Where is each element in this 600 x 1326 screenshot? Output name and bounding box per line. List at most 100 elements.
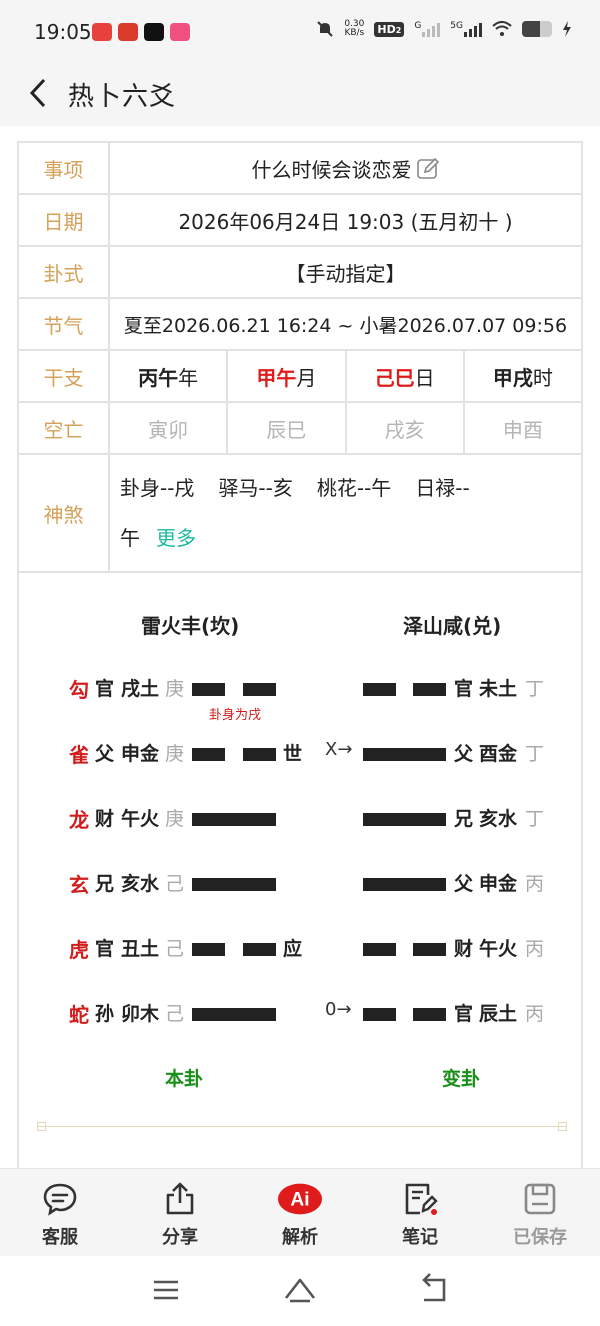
shensha-item: 驿马--亥 bbox=[218, 476, 293, 500]
status-indicators: 0.30 KB/s HD2 G 5G bbox=[316, 20, 572, 38]
status-bar: 19:05 0.30 KB/s HD2 G 5G bbox=[0, 0, 600, 64]
status-time: 19:05 bbox=[34, 20, 92, 44]
heavenly-stem: 己 bbox=[165, 1003, 185, 1025]
item-cell[interactable]: 什么时候会谈恋爱 bbox=[108, 141, 583, 195]
six-god: 雀 bbox=[69, 743, 89, 767]
six-relation: 官 bbox=[95, 678, 115, 700]
row-date: 日期 2026年06月24日 19:03 (五月初十 ) bbox=[17, 193, 583, 247]
earthly-branch: 丑土 bbox=[121, 938, 160, 960]
home-icon[interactable] bbox=[282, 1272, 318, 1308]
yang-line bbox=[192, 813, 276, 826]
back-arrow-icon[interactable] bbox=[22, 76, 56, 110]
main-hexagram-label: 本卦 bbox=[165, 1068, 204, 1090]
signal-2: 5G bbox=[450, 21, 482, 37]
six-relation: 官 bbox=[454, 678, 474, 700]
yin-line-segment bbox=[192, 943, 225, 956]
row-shensha: 神煞 卦身--戌 驿马--亥 桃花--午 日禄-- 午更多 bbox=[17, 453, 583, 573]
heavenly-stem: 丁 bbox=[525, 808, 545, 830]
gua-shen-note: 卦身为戌 bbox=[209, 708, 262, 723]
shensha-item: 桃花--午 bbox=[316, 476, 392, 500]
item-value: 什么时候会谈恋爱 bbox=[251, 157, 412, 182]
yin-line-segment bbox=[192, 748, 225, 761]
six-god: 勾 bbox=[69, 678, 89, 702]
nav-label: 分享 bbox=[162, 1227, 198, 1248]
divider-end-right bbox=[558, 1122, 567, 1131]
heavenly-stem: 庚 bbox=[165, 743, 185, 765]
signal-1: G bbox=[414, 21, 441, 37]
yao-row: 玄兄亥水己 父申金丙 bbox=[19, 869, 585, 899]
return-icon[interactable] bbox=[416, 1272, 452, 1308]
heavenly-stem: 庚 bbox=[165, 678, 185, 700]
nav-label: 笔记 bbox=[402, 1227, 438, 1248]
label-ganzhi: 干支 bbox=[17, 349, 110, 403]
label-date: 日期 bbox=[17, 193, 110, 247]
nav-notes[interactable]: 笔记 bbox=[360, 1169, 480, 1257]
yang-line bbox=[363, 878, 446, 891]
label-item: 事项 bbox=[17, 141, 110, 195]
share-icon bbox=[166, 1182, 194, 1215]
shensha-list: 卦身--戌 驿马--亥 桃花--午 日禄-- 午更多 bbox=[108, 453, 583, 573]
yao-row: 蛇孙卯木己 0→ 官辰土丙 bbox=[19, 999, 585, 1029]
shensha-more-link[interactable]: 更多 bbox=[156, 526, 196, 550]
earthly-branch: 申金 bbox=[479, 873, 518, 895]
six-relation: 官 bbox=[454, 1003, 474, 1025]
signal-bars-icon bbox=[422, 21, 441, 37]
label-shensha: 神煞 bbox=[17, 453, 110, 573]
earthly-branch: 午火 bbox=[121, 808, 160, 830]
note-icon bbox=[405, 1183, 438, 1215]
weibo-app-icon bbox=[92, 23, 112, 41]
divination-info-table: 事项 什么时候会谈恋爱 日期 2026年06月24日 19:03 (五月初十 )… bbox=[17, 141, 584, 573]
edit-icon[interactable] bbox=[416, 157, 440, 181]
yin-line-segment bbox=[363, 683, 396, 696]
system-navigation-bar bbox=[0, 1256, 600, 1326]
nav-customer-service[interactable]: 客服 bbox=[0, 1169, 120, 1257]
nav-label: 解析 bbox=[282, 1227, 318, 1248]
bottom-nav: 客服 分享 Ai 解析 笔记 已保存 bbox=[0, 1168, 600, 1256]
yin-line-segment bbox=[413, 683, 446, 696]
yin-line-segment bbox=[413, 1008, 446, 1021]
heavenly-stem: 丙 bbox=[525, 1003, 545, 1025]
nav-label: 已保存 bbox=[513, 1227, 567, 1248]
heavenly-stem: 己 bbox=[165, 873, 185, 895]
solar-term-value: 夏至2026.06.21 16:24 ~ 小暑2026.07.07 09:56 bbox=[108, 297, 583, 351]
six-relation: 父 bbox=[454, 873, 474, 895]
date-value: 2026年06月24日 19:03 (五月初十 ) bbox=[108, 193, 583, 247]
label-gua-method: 卦式 bbox=[17, 245, 110, 299]
earthly-branch: 亥水 bbox=[121, 873, 160, 895]
news-app-icon bbox=[118, 23, 138, 41]
yao-row: 雀父申金庚世 X→ 父酉金丁 bbox=[19, 739, 585, 769]
svg-text:Ai: Ai bbox=[290, 1190, 309, 1211]
battery-icon bbox=[522, 21, 552, 37]
signal-bars-icon bbox=[464, 21, 482, 37]
row-kongwang: 空亡 寅卯 辰巳 戌亥 申酉 bbox=[17, 401, 584, 455]
yang-line bbox=[363, 748, 446, 761]
divider-line bbox=[37, 1126, 567, 1127]
six-god: 龙 bbox=[69, 808, 89, 832]
save-icon bbox=[524, 1183, 556, 1215]
chat-icon bbox=[43, 1183, 77, 1216]
ganzhi-month: 甲午月 bbox=[226, 349, 347, 403]
nav-analysis[interactable]: Ai 解析 bbox=[240, 1169, 360, 1257]
heavenly-stem: 丙 bbox=[525, 873, 545, 895]
six-relation: 父 bbox=[95, 743, 115, 765]
earthly-branch: 申金 bbox=[121, 743, 160, 765]
yao-row: 勾官戌土庚官未土丁卦身为戌 bbox=[19, 674, 585, 723]
six-god: 蛇 bbox=[69, 1003, 89, 1027]
nav-share[interactable]: 分享 bbox=[120, 1169, 240, 1257]
kongwang-hour: 申酉 bbox=[462, 401, 584, 455]
kongwang-month: 辰巳 bbox=[226, 401, 347, 455]
yang-line bbox=[363, 813, 446, 826]
row-item: 事项 什么时候会谈恋爱 bbox=[17, 141, 583, 195]
label-kongwang: 空亡 bbox=[17, 401, 110, 455]
moving-line-marker: X→ bbox=[325, 739, 353, 760]
six-god: 虎 bbox=[69, 938, 89, 962]
moving-line-marker: 0→ bbox=[325, 999, 352, 1020]
shi-ying-marker: 世 bbox=[283, 743, 303, 765]
nav-saved[interactable]: 已保存 bbox=[480, 1169, 600, 1257]
six-relation: 财 bbox=[95, 808, 115, 830]
changed-hexagram-label: 变卦 bbox=[442, 1068, 481, 1090]
yin-line-segment bbox=[413, 943, 446, 956]
yang-line bbox=[192, 878, 276, 891]
heavenly-stem: 庚 bbox=[165, 808, 185, 830]
menu-icon[interactable] bbox=[148, 1272, 184, 1308]
